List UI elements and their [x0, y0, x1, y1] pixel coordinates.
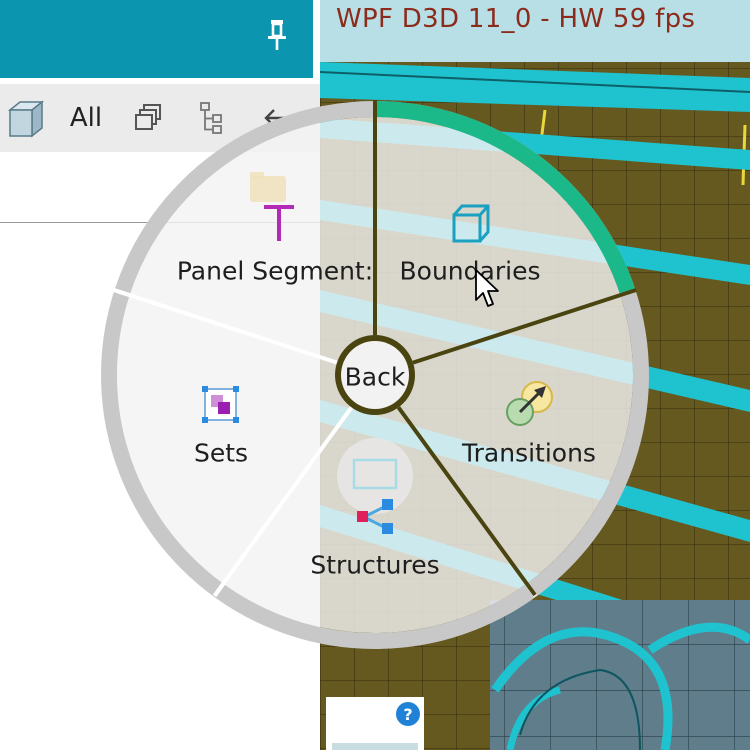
- radial-menu: Back Panel Segment: Boundaries Transitio…: [0, 0, 750, 750]
- back-button[interactable]: [341, 341, 409, 409]
- sets-icon: [202, 386, 239, 423]
